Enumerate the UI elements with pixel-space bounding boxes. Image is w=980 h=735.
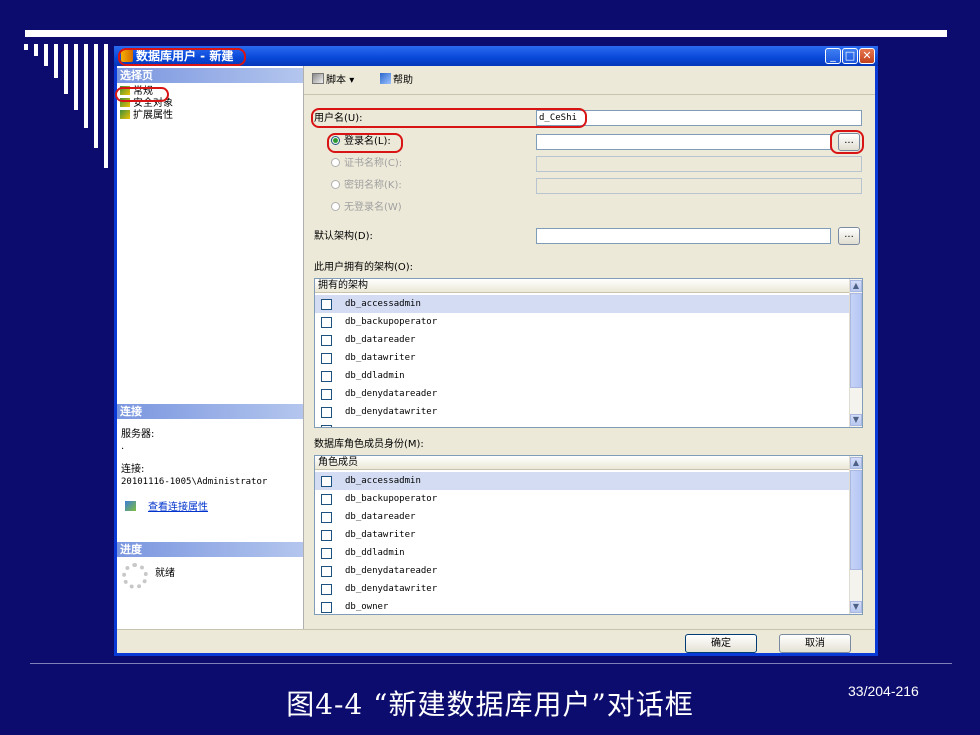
table-row[interactable]: db_ddladmin: [315, 367, 853, 385]
server-label: 服务器:: [121, 429, 155, 440]
dialog-window: 数据库用户 - 新建 _ □ ✕ 选择页 常规 安全对象 扩展属性 连接 服务器…: [114, 46, 878, 656]
highlight-login-radio: [327, 133, 403, 153]
highlight-user-name: [311, 108, 587, 128]
progress-header: 进度: [117, 542, 303, 557]
checkbox[interactable]: [321, 530, 332, 541]
checkbox[interactable]: [321, 602, 332, 613]
connection-header: 连接: [117, 404, 303, 419]
slide-caption: 图4-4 “新建数据库用户”对话框: [286, 688, 694, 721]
checkbox[interactable]: [321, 371, 332, 382]
key-name-input[interactable]: [536, 178, 862, 194]
properties-icon: [125, 501, 136, 511]
table-row[interactable]: db_denydatareader: [315, 385, 853, 403]
radio-icon: [331, 158, 340, 167]
table-row[interactable]: db_datareader: [315, 508, 853, 526]
owned-schemas-scrollbar[interactable]: ▲ ▼: [849, 279, 862, 427]
checkbox[interactable]: [321, 407, 332, 418]
table-row[interactable]: db_datawriter: [315, 526, 853, 544]
connection-label: 连接:: [121, 464, 145, 475]
login-name-input[interactable]: [536, 134, 831, 150]
checkbox[interactable]: [321, 494, 332, 505]
chevron-down-icon: ▾: [349, 75, 355, 86]
help-icon: [380, 73, 391, 84]
owned-schemas-header: 拥有的架构: [315, 279, 853, 293]
owned-schemas-grid[interactable]: 拥有的架构 db_accessadmin db_backupoperator d…: [314, 278, 863, 428]
schema-browse-button[interactable]: ...: [838, 227, 860, 245]
radio-icon: [331, 202, 340, 211]
ok-button[interactable]: 确定: [685, 634, 757, 653]
checkbox[interactable]: [321, 584, 332, 595]
toolbar: 脚本 ▾ 帮助: [304, 66, 875, 95]
checkbox[interactable]: [321, 512, 332, 523]
close-button[interactable]: ✕: [859, 48, 875, 64]
table-row[interactable]: db_backupoperator: [315, 313, 853, 331]
page-icon: [120, 110, 130, 119]
help-button[interactable]: 帮助: [380, 73, 413, 88]
cert-radio[interactable]: 证书名称(C):: [331, 158, 402, 170]
table-row[interactable]: db_owner: [315, 598, 853, 614]
checkbox[interactable]: [321, 425, 332, 427]
checkbox[interactable]: [321, 548, 332, 559]
default-schema-label: 默认架构(D):: [314, 231, 373, 242]
highlight-login-browse: [830, 130, 864, 154]
table-row-partial[interactable]: [315, 421, 853, 427]
select-page-header: 选择页: [117, 68, 303, 83]
scroll-up-icon[interactable]: ▲: [850, 280, 862, 292]
table-row[interactable]: db_datawriter: [315, 349, 853, 367]
cert-name-input[interactable]: [536, 156, 862, 172]
dialog-footer: 确定 取消: [117, 629, 875, 654]
radio-icon: [331, 180, 340, 189]
checkbox[interactable]: [321, 335, 332, 346]
owned-schemas-label: 此用户拥有的架构(O):: [314, 262, 414, 273]
role-members-header: 角色成员: [315, 456, 853, 470]
table-row[interactable]: db_backupoperator: [315, 490, 853, 508]
table-row[interactable]: db_datareader: [315, 331, 853, 349]
checkbox[interactable]: [321, 299, 332, 310]
table-row[interactable]: db_accessadmin: [315, 295, 853, 313]
maximize-button[interactable]: □: [842, 48, 858, 64]
checkbox[interactable]: [321, 389, 332, 400]
role-members-scrollbar[interactable]: ▲ ▼: [849, 456, 862, 614]
left-pane: 选择页 常规 安全对象 扩展属性 连接 服务器: . 连接: 20101116-…: [117, 66, 304, 629]
nav-item-extended-properties[interactable]: 扩展属性: [120, 110, 173, 122]
connection-value: 20101116-1005\Administrator: [121, 477, 268, 487]
slide-page-number: 33/204-216: [848, 683, 919, 699]
highlight-window-title: [118, 48, 246, 66]
server-value: .: [121, 441, 125, 452]
table-row[interactable]: db_denydatawriter: [315, 403, 853, 421]
scroll-thumb[interactable]: [850, 293, 862, 388]
script-button[interactable]: 脚本 ▾: [312, 73, 354, 88]
role-members-label: 数据库角色成员身份(M):: [314, 439, 424, 450]
view-connection-properties[interactable]: 查看连接属性: [121, 501, 208, 514]
cancel-button[interactable]: 取消: [779, 634, 851, 653]
scroll-down-icon[interactable]: ▼: [850, 601, 862, 613]
no-login-radio[interactable]: 无登录名(W): [331, 202, 402, 214]
default-schema-input[interactable]: [536, 228, 831, 244]
progress-spinner-icon: [122, 563, 148, 589]
checkbox[interactable]: [321, 353, 332, 364]
slide-bottom-line: [30, 663, 952, 664]
progress-status: 就绪: [155, 568, 175, 579]
slide-top-line: [25, 30, 947, 37]
checkbox[interactable]: [321, 317, 332, 328]
script-icon: [312, 73, 324, 84]
table-row[interactable]: db_accessadmin: [315, 472, 853, 490]
scroll-down-icon[interactable]: ▼: [850, 414, 862, 426]
checkbox[interactable]: [321, 476, 332, 487]
table-row[interactable]: db_ddladmin: [315, 544, 853, 562]
scroll-up-icon[interactable]: ▲: [850, 457, 862, 469]
minimize-button[interactable]: _: [825, 48, 841, 64]
highlight-nav-general: [115, 87, 169, 102]
table-row[interactable]: db_denydatareader: [315, 562, 853, 580]
dialog-client: 选择页 常规 安全对象 扩展属性 连接 服务器: . 连接: 20101116-…: [117, 66, 875, 653]
checkbox[interactable]: [321, 566, 332, 577]
table-row[interactable]: db_denydatawriter: [315, 580, 853, 598]
role-members-grid[interactable]: 角色成员 db_accessadmin db_backupoperator db…: [314, 455, 863, 615]
key-radio[interactable]: 密钥名称(K):: [331, 180, 402, 192]
scroll-thumb[interactable]: [850, 470, 862, 570]
